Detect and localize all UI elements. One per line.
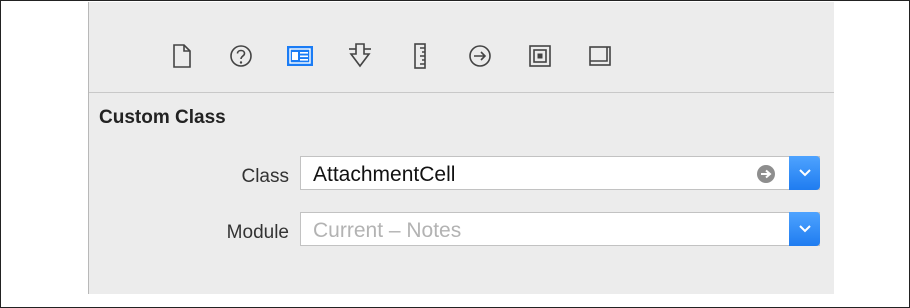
class-field-value[interactable]: AttachmentCell — [313, 163, 455, 187]
identity-inspector-icon[interactable] — [285, 39, 315, 73]
effects-icon[interactable] — [585, 39, 615, 73]
class-combobox[interactable]: AttachmentCell — [300, 156, 820, 190]
custom-class-title: Custom Class — [99, 107, 226, 128]
size-ruler-icon[interactable] — [405, 39, 435, 73]
inspector-toolbar — [89, 2, 834, 93]
module-combobox[interactable]: Current – Notes — [300, 212, 820, 246]
bindings-icon[interactable] — [525, 39, 555, 73]
module-dropdown-button[interactable] — [789, 212, 820, 246]
go-to-class-arrow-icon[interactable] — [757, 165, 775, 183]
module-label: Module — [226, 222, 289, 243]
help-icon[interactable] — [226, 39, 256, 73]
class-dropdown-button[interactable] — [789, 156, 820, 190]
screenshot-frame: Custom Class Class AttachmentCell Module… — [0, 0, 910, 308]
module-field-placeholder[interactable]: Current – Notes — [313, 219, 461, 243]
chevron-down-icon — [798, 225, 811, 233]
class-label: Class — [241, 166, 289, 187]
file-icon[interactable] — [167, 39, 197, 73]
chevron-down-icon — [798, 169, 811, 177]
connections-icon[interactable] — [465, 39, 495, 73]
attributes-icon[interactable] — [345, 39, 375, 73]
inspector-panel: Custom Class Class AttachmentCell Module… — [88, 2, 834, 294]
